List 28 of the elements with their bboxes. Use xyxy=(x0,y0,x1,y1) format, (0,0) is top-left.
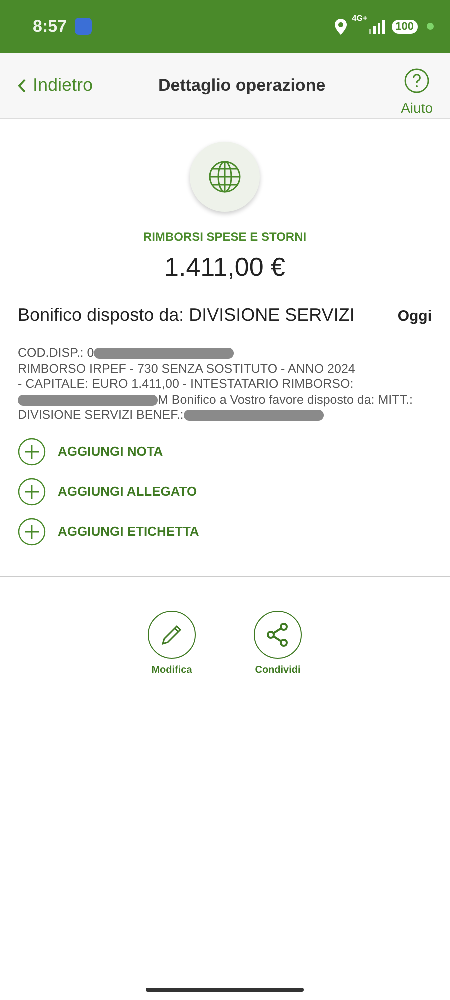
plus-circle-icon xyxy=(18,518,46,546)
operation-date: Oggi xyxy=(398,308,432,325)
chevron-left-icon xyxy=(18,78,27,92)
location-icon xyxy=(335,18,348,34)
description-text: DIVISIONE SERVIZI BENEF.: xyxy=(18,408,184,424)
plus-circle-icon xyxy=(18,478,46,506)
description-text: RIMBORSO IRPEF - 730 SENZA SOSTITUTO - ANNO 2024 xyxy=(18,362,356,377)
status-dot xyxy=(427,23,434,30)
network-type: 4G+ xyxy=(352,14,368,23)
amount: 1.411,00 € xyxy=(164,252,286,283)
back-button[interactable]: Indietro xyxy=(18,75,94,96)
operation-title: Bonifico disposto da: DIVISIONE SERVIZI xyxy=(18,305,355,326)
help-icon xyxy=(404,68,430,94)
app-notification-icon xyxy=(75,18,92,35)
globe-icon xyxy=(208,160,242,194)
battery-level: 100 xyxy=(392,20,418,34)
signal-icon xyxy=(368,20,385,34)
help-button[interactable]: Aiuto xyxy=(401,68,433,116)
add-action-button[interactable]: AGGIUNGI ETICHETTA xyxy=(18,518,432,546)
category-label: RIMBORSI SPESE E STORNI xyxy=(143,230,307,244)
add-action-button[interactable]: AGGIUNGI ALLEGATO xyxy=(18,478,432,506)
description-text: - CAPITALE: EURO 1.411,00 - INTESTATARIO RIMBORSO: xyxy=(18,377,354,392)
clock-time: 8:57 xyxy=(33,16,68,36)
description-text: COD.DISP.: 0 xyxy=(18,346,94,362)
share-icon xyxy=(266,622,290,648)
description-text: M Bonifico a Vostro favore disposto da: MITT.: xyxy=(158,392,413,408)
plus-circle-icon xyxy=(18,438,46,466)
add-action-button[interactable]: AGGIUNGI NOTA xyxy=(18,438,432,466)
